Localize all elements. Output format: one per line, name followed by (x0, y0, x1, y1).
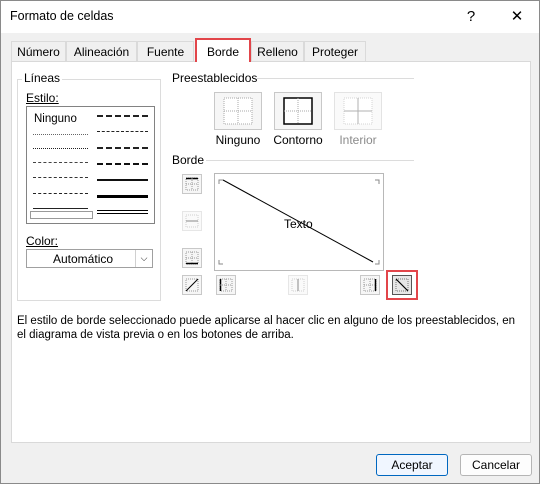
tab-numero[interactable]: Número (11, 41, 66, 61)
tab-alineacion[interactable]: Alineación (66, 41, 137, 61)
line-style-hairline[interactable] (33, 134, 88, 135)
style-label: Estilo: (26, 91, 59, 105)
line-style-medium-dash-dot-dot[interactable] (97, 115, 148, 117)
border-bottom-icon (185, 251, 199, 265)
line-style-medium-dashed[interactable] (97, 163, 148, 165)
preview-text: Texto (284, 217, 313, 231)
line-style-slant-dash-dot[interactable] (97, 131, 148, 132)
border-top-icon (185, 177, 199, 191)
border-diagonal-up-icon (185, 278, 199, 292)
border-diagonal-up-button[interactable] (182, 275, 202, 295)
line-style-medium[interactable] (97, 179, 148, 181)
presets-separator (257, 78, 414, 79)
format-cells-dialog: Formato de celdas ? ✕ Número Alineación … (0, 0, 540, 484)
info-text: El estilo de borde seleccionado puede ap… (17, 315, 516, 341)
help-button[interactable]: ? (459, 6, 483, 28)
diagonal-down-highlight (386, 270, 418, 300)
line-style-none[interactable]: Ninguno (34, 113, 77, 125)
border-middle-vertical-icon (291, 278, 305, 292)
line-style-thin[interactable] (33, 208, 88, 209)
preset-none-button[interactable] (214, 92, 262, 130)
tab-proteger[interactable]: Proteger (304, 41, 366, 61)
preset-none-label: Ninguno (215, 133, 261, 147)
line-style-list[interactable]: Ninguno (26, 106, 155, 224)
border-left-button[interactable] (216, 275, 236, 295)
title-bar: Formato de celdas ? ✕ (1, 1, 539, 33)
line-style-dash-dot[interactable] (33, 177, 88, 178)
border-middle-horizontal-button[interactable] (182, 211, 202, 231)
chevron-down-icon[interactable]: ⌵ (135, 250, 152, 267)
line-style-double[interactable] (97, 210, 148, 214)
color-label: Color: (26, 234, 59, 248)
line-style-thin-selected[interactable] (30, 211, 93, 219)
border-group-label: Borde (172, 153, 205, 167)
preset-inside-label: Interior (339, 133, 377, 147)
preset-inside-icon (343, 97, 373, 125)
presets-group-label: Preestablecidos (172, 71, 258, 85)
cancel-button[interactable]: Cancelar (460, 454, 532, 476)
border-right-button[interactable] (360, 275, 380, 295)
line-style-dotted[interactable] (33, 148, 88, 149)
preset-outline-icon (283, 97, 313, 125)
preset-inside-button[interactable] (334, 92, 382, 130)
preset-outline-button[interactable] (274, 92, 322, 130)
border-middle-vertical-button[interactable] (288, 275, 308, 295)
color-dropdown-value: Automático (53, 252, 114, 266)
line-style-medium-dash-dot[interactable] (97, 147, 148, 149)
dialog-title: Formato de celdas (10, 9, 114, 23)
line-style-dashed[interactable] (33, 193, 88, 194)
lines-group-label: Líneas (22, 71, 63, 85)
tab-relleno[interactable]: Relleno (251, 41, 304, 61)
border-separator (206, 160, 414, 161)
tab-borde[interactable]: Borde (195, 38, 251, 62)
border-bottom-button[interactable] (182, 248, 202, 268)
line-style-thick[interactable] (97, 195, 148, 198)
border-middle-horizontal-icon (185, 214, 199, 228)
line-style-dash-dot-dot[interactable] (33, 162, 88, 163)
border-right-icon (363, 278, 377, 292)
preset-outline-label: Contorno (273, 133, 323, 147)
ok-button[interactable]: Aceptar (376, 454, 448, 476)
tab-fuente[interactable]: Fuente (137, 41, 194, 61)
border-left-icon (219, 278, 233, 292)
close-button[interactable]: ✕ (503, 6, 531, 28)
preset-none-icon (223, 97, 253, 125)
border-top-button[interactable] (182, 174, 202, 194)
color-dropdown[interactable]: Automático ⌵ (26, 249, 153, 268)
